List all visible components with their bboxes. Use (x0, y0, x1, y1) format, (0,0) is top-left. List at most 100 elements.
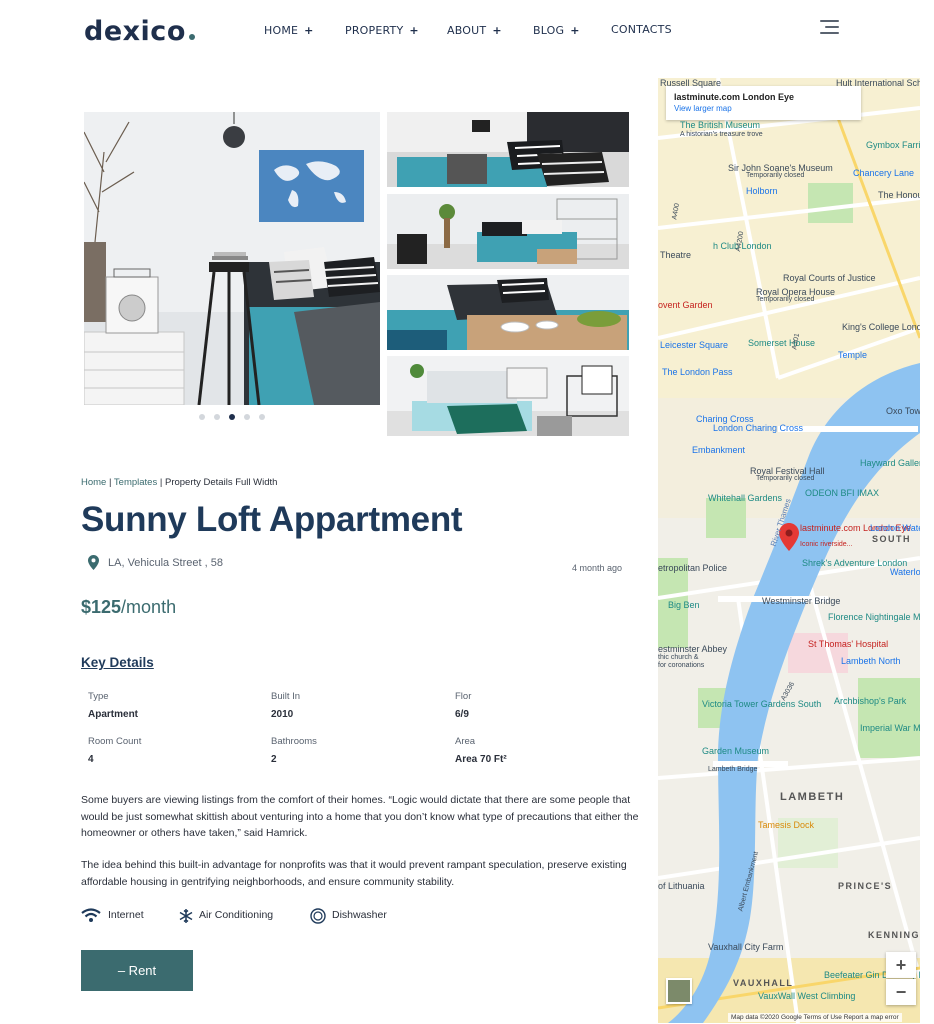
map-label: London Waterloo (870, 523, 920, 533)
map-label: Victoria Tower Gardens South (702, 699, 822, 709)
map-label: SOUTH (872, 534, 911, 544)
map-label: Lambeth Bridge (708, 766, 758, 773)
detail-label: Room Count (88, 736, 142, 747)
location-map[interactable]: lastminute.com London Eye View larger ma… (658, 78, 920, 1023)
map-label: etropolitan Police (658, 563, 728, 573)
map-label: St Thomas' Hospital (808, 639, 889, 649)
map-label: Hult International School (836, 78, 920, 88)
description-paragraph: Some buyers are viewing listings from th… (81, 794, 639, 839)
detail-label: Bathrooms (271, 736, 317, 747)
detail-label: Area (455, 736, 476, 747)
map-label: Holborn (746, 186, 778, 196)
gallery-thumbnail[interactable] (387, 194, 629, 269)
zoom-in-button[interactable]: + (886, 952, 916, 978)
nav-label: ABOUT (447, 24, 487, 37)
map-label: Theatre (660, 250, 692, 260)
nav-item-property[interactable]: PROPERTY + (345, 24, 419, 37)
rent-button[interactable]: – Rent (81, 950, 193, 991)
bedroom-photo (84, 112, 380, 405)
satellite-toggle-button[interactable] (666, 978, 692, 1004)
map-info-card: lastminute.com London Eye View larger ma… (666, 86, 861, 120)
map-card-title: lastminute.com London Eye (674, 92, 795, 102)
map-label: The London Pass (662, 367, 733, 377)
map-attribution: Map data ©2020 Google Terms of Use Repor… (728, 1013, 902, 1022)
detail-value: 6/9 (455, 709, 469, 720)
nav-label: BLOG (533, 24, 565, 37)
amenity-label: Air Conditioning (199, 909, 274, 921)
map-label: Somerset House (748, 338, 816, 348)
breadcrumb: Home | Templates | Property Details Full… (81, 477, 277, 488)
nav-item-home[interactable]: HOME + (264, 24, 314, 37)
gallery-main-image[interactable] (84, 112, 380, 405)
plus-icon: + (492, 24, 502, 37)
pagination-dot[interactable] (214, 414, 220, 420)
pagination-dot[interactable] (199, 414, 205, 420)
map-label: Whitehall Gardens (708, 493, 783, 503)
nav-item-about[interactable]: ABOUT + (447, 24, 502, 37)
map-label: Temporarily closed (746, 172, 805, 179)
map-label: Vauxhall City Farm (708, 942, 784, 952)
map-label: KENNING (868, 930, 920, 940)
pagination-dot[interactable] (244, 414, 250, 420)
breadcrumb-home-link[interactable]: Home (81, 477, 106, 488)
gallery-thumbnail[interactable] (387, 112, 629, 187)
map-label: Florence Nightingale Museum (828, 612, 920, 622)
map-label: Chancery Lane (853, 168, 915, 178)
breadcrumb-separator: | (108, 477, 112, 488)
map-label: Temporarily closed (756, 296, 815, 303)
view-larger-map-link[interactable]: View larger map (674, 104, 853, 113)
map-label: Royal Courts of Justice (783, 273, 876, 283)
price-amount: $125 (81, 597, 122, 617)
detail-label: Built In (271, 691, 301, 702)
map-label: PRINCE'S (838, 881, 893, 891)
detail-value: 2 (271, 754, 277, 765)
map-label: Iconic riverside... (800, 541, 853, 548)
property-title: Sunny Loft Appartment (81, 500, 463, 539)
detail-label: Type (88, 691, 109, 702)
property-price: $125/month (81, 597, 176, 618)
gallery-thumbnail[interactable] (387, 275, 629, 350)
nav-item-contacts[interactable]: CONTACTS (611, 23, 672, 36)
nav-label: PROPERTY (345, 24, 404, 37)
amenity-label: Internet (108, 909, 144, 921)
posted-time: 4 month ago (572, 563, 623, 573)
nav-item-blog[interactable]: BLOG + (533, 24, 580, 37)
property-address: LA, Vehicula Street , 58 (88, 555, 223, 570)
price-period: /month (121, 597, 177, 617)
map-label: LAMBETH (780, 791, 845, 803)
zoom-out-button[interactable]: − (886, 979, 916, 1005)
main-nav: HOME + PROPERTY + ABOUT + BLOG + CONTACTS (0, 23, 934, 40)
map-label: thic church & (658, 654, 699, 661)
bedroom-thumb-photo (387, 194, 629, 269)
map-label: Oxo Tower (886, 406, 920, 416)
breadcrumb-templates-link[interactable]: Templates (114, 477, 157, 488)
bedroom-thumb-photo (387, 275, 629, 350)
map-label: The Honourable Society of (878, 190, 920, 200)
map-label: Garden Museum (702, 746, 770, 756)
map-label: Westminster Bridge (762, 596, 841, 606)
breadcrumb-separator: | (159, 477, 163, 488)
map-label: Big Ben (668, 600, 700, 610)
nav-label: HOME (264, 24, 299, 37)
gallery-thumbnail[interactable] (387, 356, 629, 436)
map-label: VAUXHALL (733, 978, 794, 988)
map-label: Lambeth North (841, 656, 901, 666)
pagination-dot[interactable] (259, 414, 265, 420)
map-label: Temple (838, 350, 868, 360)
menu-toggle-icon[interactable] (820, 20, 839, 36)
map-label: Embankment (692, 445, 746, 455)
map-label: The British Museum (680, 120, 761, 130)
detail-value: Apartment (88, 709, 139, 720)
detail-label: Flor (455, 691, 472, 702)
description-paragraph: The idea behind this built-in advantage … (81, 859, 627, 888)
amenity-label: Dishwasher (332, 909, 387, 921)
breadcrumb-current: Property Details Full Width (164, 477, 278, 488)
detail-value: 2010 (271, 709, 294, 720)
map-label: Archbishop's Park (834, 696, 907, 706)
plus-icon: + (304, 24, 314, 37)
pagination-dot-active[interactable] (229, 414, 235, 420)
detail-value: 4 (88, 754, 94, 765)
bedroom-thumb-photo (387, 356, 629, 436)
map-label: Tamesis Dock (758, 820, 815, 830)
map-label: Leicester Square (660, 340, 729, 350)
